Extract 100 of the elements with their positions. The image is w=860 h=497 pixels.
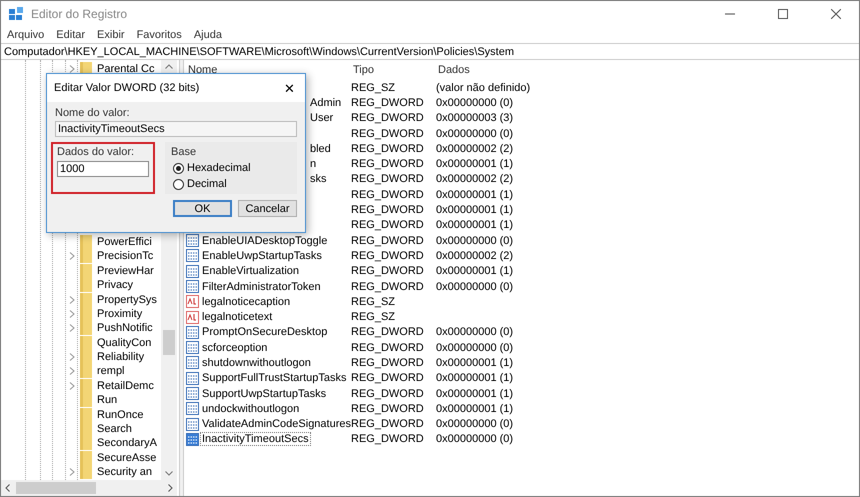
menu-item[interactable]: Editar — [56, 28, 86, 40]
menu-item[interactable]: Exibir — [97, 28, 125, 40]
close-icon[interactable] — [831, 8, 841, 18]
table-cell-text: REG_DWORD — [351, 173, 425, 186]
table-cell[interactable]: ValidateAdminCodeSignatures — [201, 418, 352, 430]
binary-value-icon — [186, 356, 199, 370]
chevron-icon[interactable] — [69, 252, 75, 260]
chevron-icon[interactable] — [69, 468, 75, 476]
table-cell[interactable]: shutdownwithoutlogon — [201, 356, 312, 369]
tree-item[interactable]: Reliability — [97, 351, 144, 364]
table-cell-text: REG_DWORD — [351, 372, 425, 384]
table-cell-text: REG_DWORD — [351, 128, 425, 140]
close-button[interactable]: ✕ — [284, 80, 295, 96]
tree-item[interactable]: Search — [97, 423, 132, 436]
tree-item[interactable]: QualityCon — [97, 336, 152, 349]
table-cell: 0x00000001 (1) — [436, 204, 514, 216]
tree-item[interactable]: RetailDemc — [97, 380, 154, 392]
tree-item[interactable]: Security an — [97, 466, 152, 478]
table-cell: 0x00000000 (0) — [436, 234, 514, 247]
table-cell[interactable]: FilterAdministratorToken — [201, 280, 322, 292]
table-cell[interactable]: legalnoticecaption — [201, 296, 292, 308]
tree-item[interactable]: Privacy — [97, 279, 134, 292]
chevron-icon[interactable] — [69, 65, 75, 74]
tree-item[interactable]: PrecisionTc — [97, 250, 154, 262]
table-cell-text: REG_DWORD — [351, 142, 425, 155]
table-cell: 0x00000002 (2) — [436, 250, 514, 262]
tree-item[interactable]: Parental Cc — [97, 63, 154, 76]
table-cell-text: REG_DWORD — [351, 356, 425, 369]
scroll-thumb[interactable] — [163, 330, 175, 355]
maximize-icon[interactable] — [778, 8, 788, 18]
table-cell-text: REG_DWORD — [351, 250, 425, 262]
folder-icon — [80, 408, 92, 422]
table-cell-text: REG_DWORD — [351, 326, 425, 338]
table-cell-text: REG_DWORD — [351, 219, 425, 232]
column-header[interactable]: Tipo — [353, 64, 438, 76]
table-cell: 0x00000002 (2) — [436, 142, 514, 155]
tree-item[interactable]: PreviewHar — [97, 264, 154, 277]
tree-item[interactable]: SecondaryA — [97, 437, 157, 450]
table-cell: 0x00000000 (0) — [436, 280, 514, 292]
table-cell: 0x00000001 (1) — [436, 372, 514, 384]
table-cell: 0x00000000 (0) — [436, 342, 514, 354]
tree-item[interactable]: Run — [97, 394, 118, 406]
table-cell[interactable]: SupportFullTrustStartupTasks — [201, 372, 348, 384]
table-cell-text: REG_DWORD — [351, 265, 425, 278]
table-cell: 0x00000001 (1) — [436, 388, 514, 400]
table-cell[interactable]: EnableUIADesktopToggle — [201, 234, 328, 247]
tree-item[interactable]: rempl — [97, 365, 125, 378]
scroll-up-icon[interactable] — [165, 64, 173, 69]
table-cell[interactable]: legalnoticetext — [201, 311, 274, 324]
table-cell[interactable]: EnableVirtualization — [201, 265, 300, 278]
table-cell-text: REG_DWORD — [351, 280, 425, 292]
tree-item[interactable]: PowerEffici — [97, 236, 152, 248]
tree-item[interactable]: PropertySys — [97, 294, 157, 306]
table-cell-text: REG_DWORD — [351, 112, 425, 124]
binary-value-icon — [186, 432, 199, 446]
binary-value-icon — [186, 326, 199, 339]
menu-item[interactable]: Favoritos — [136, 28, 182, 40]
scroll-left-icon[interactable] — [5, 484, 10, 492]
table-cell: 0x00000000 (0) — [436, 326, 514, 338]
table-cell: 0x00000001 (1) — [436, 265, 514, 278]
tree-item[interactable]: Proximity — [97, 308, 142, 320]
dialog-button[interactable]: OK — [173, 200, 232, 217]
table-cell-text: REG_DWORD — [351, 204, 425, 216]
table-cell[interactable]: scforceoption — [201, 342, 268, 354]
binary-value-icon — [186, 418, 199, 431]
table-cell[interactable]: SupportUwpStartupTasks — [201, 388, 328, 400]
menu-item[interactable]: Arquivo — [7, 28, 44, 40]
folder-icon — [80, 336, 92, 350]
table-cell-text: REG_SZ — [351, 82, 396, 94]
folder-icon — [80, 436, 92, 450]
scroll-thumb[interactable] — [16, 482, 96, 494]
address-bar[interactable]: Computador\HKEY_LOCAL_MACHINE\SOFTWARE\Microsoft\Windows\CurrentVersion\Policies\System — [1, 43, 859, 60]
string-value-icon — [186, 295, 199, 308]
scrollbar[interactable] — [1, 480, 177, 496]
table-cell[interactable]: EnableUwpStartupTasks — [201, 250, 323, 262]
window-title: Editor do Registro — [31, 6, 128, 20]
column-header[interactable]: Dados — [438, 64, 470, 76]
table-cell: 0x00000001 (1) — [436, 356, 514, 369]
dialog-button[interactable]: Cancelar — [238, 200, 297, 217]
scroll-right-icon[interactable] — [168, 484, 173, 492]
table-cell[interactable]: PromptOnSecureDesktop — [201, 326, 328, 338]
tree-item[interactable]: RunOnce — [97, 408, 144, 421]
table-cell[interactable]: undockwithoutlogon — [201, 402, 300, 415]
table-cell-text: REG_DWORD — [351, 158, 425, 170]
table-cell: 0x00000000 (0) — [436, 96, 514, 109]
table-cell[interactable]: InactivityTimeoutSecs — [201, 433, 310, 446]
radio-button[interactable]: Decimal — [171, 178, 291, 190]
table-cell: 0x00000000 (0) — [436, 433, 514, 446]
radio-button[interactable]: Hexadecimal — [171, 162, 291, 174]
table-cell: 0x00000000 (0) — [436, 128, 514, 140]
table-cell: (valor não definido) — [436, 82, 530, 94]
value-name-field: InactivityTimeoutSecs — [55, 121, 297, 137]
input-field[interactable]: 1000 — [57, 161, 149, 177]
menu-item[interactable]: Ajuda — [194, 28, 222, 40]
field-label: Nome do valor: — [55, 107, 131, 119]
table-cell: User — [310, 112, 334, 124]
scroll-down-icon[interactable] — [165, 471, 173, 476]
tree-item[interactable]: SecureAsse — [97, 452, 156, 464]
tree-item[interactable]: PushNotific — [97, 322, 153, 334]
column-header[interactable]: Nome — [186, 64, 353, 76]
